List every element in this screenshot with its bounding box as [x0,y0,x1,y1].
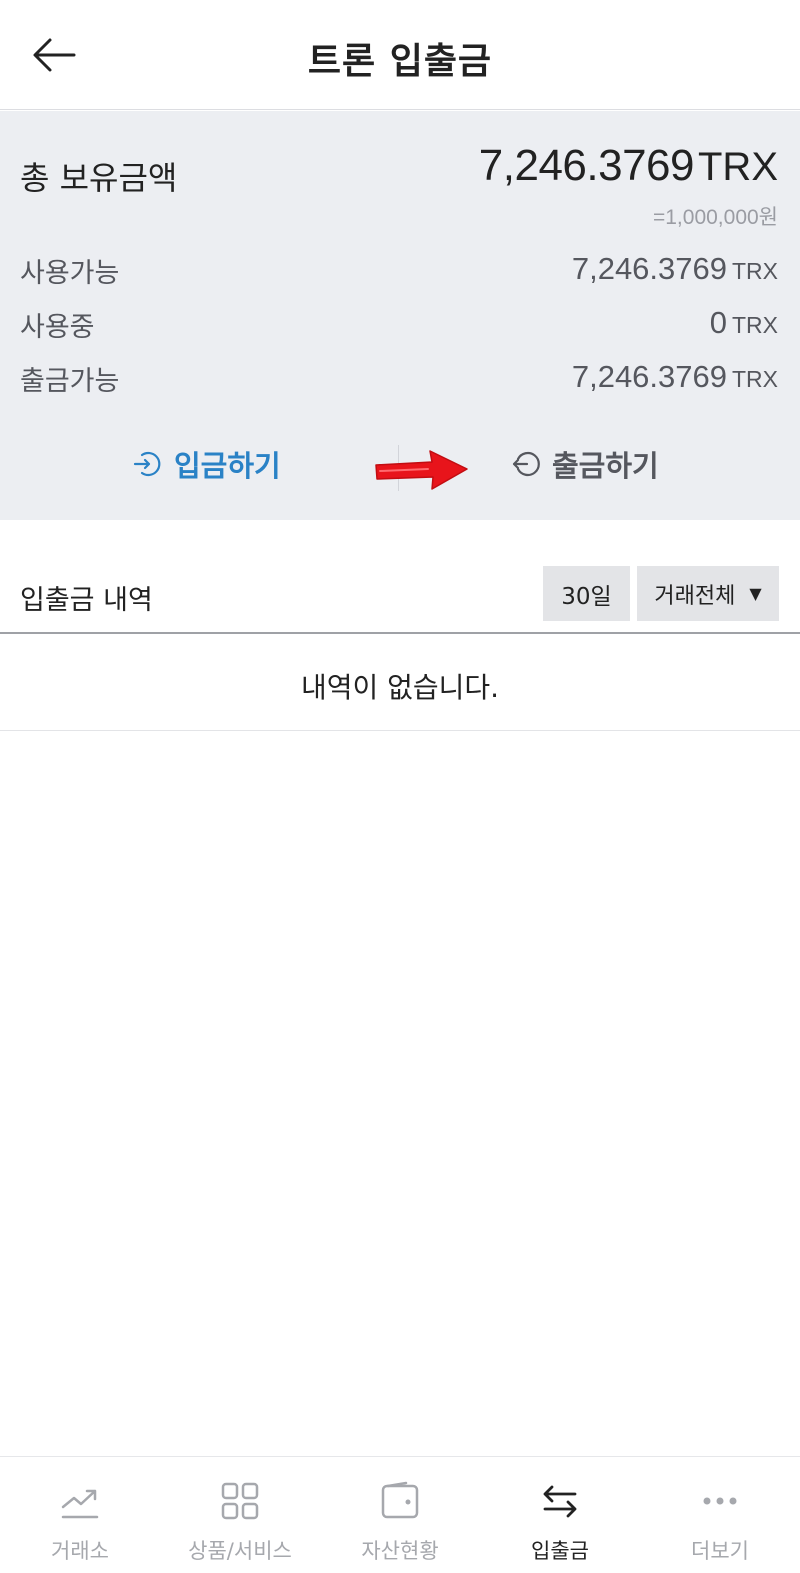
in-use-amount: 0 [709,305,727,340]
bottom-nav: 거래소 상품/서비스 자산현황 입출금 더보기 [0,1456,800,1573]
type-filter-label: 거래전체 [654,583,736,609]
withdraw-icon [510,447,544,481]
total-holdings-label: 총 보유금액 [20,159,178,197]
available-label: 사용가능 [20,258,120,289]
empty-history-message: 내역이 없습니다. [300,671,500,704]
withdraw-label: 출금하기 [552,449,659,483]
history-title: 입출금 내역 [20,585,153,616]
page-title: 트론 입출금 [307,41,493,82]
withdrawable-unit: TRX [732,366,778,392]
deposit-icon [132,447,166,481]
balance-summary: 총 보유금액 7,246.3769 TRX =1,000,000원 사용가능 7,… [0,111,800,520]
caret-down-icon: ▼ [749,584,762,603]
grid-icon [218,1479,262,1523]
nav-item-more[interactable]: 더보기 [640,1457,800,1573]
available-unit: TRX [732,258,778,284]
deposit-label: 입금하기 [174,449,281,483]
nav-label-more: 더보기 [691,1539,749,1563]
withdrawable-amount: 7,246.3769 [571,359,727,394]
nav-label-assets: 자산현황 [361,1539,439,1563]
in-use-unit: TRX [732,312,778,338]
nav-item-transfer[interactable]: 입출금 [480,1457,640,1573]
withdraw-button[interactable]: 출금하기 [510,439,659,489]
nav-item-assets[interactable]: 자산현황 [320,1457,480,1573]
krw-equivalent: =1,000,000원 [652,206,778,229]
chart-trend-icon [58,1479,102,1523]
available-value: 7,246.3769 TRX [572,251,778,287]
nav-item-products[interactable]: 상품/서비스 [160,1457,320,1573]
in-use-value: 0 TRX [710,305,778,341]
nav-label-transfer: 입출금 [531,1539,589,1563]
page: 트론 입출금 총 보유금액 7,246.3769 TRX =1,000,000원 … [0,0,800,1573]
header: 트론 입출금 [0,0,800,110]
deposit-button[interactable]: 입금하기 [132,439,281,489]
period-filter-button[interactable]: 30일 [543,566,630,621]
withdrawable-value: 7,246.3769 TRX [572,359,778,395]
nav-label-products: 상품/서비스 [188,1539,292,1563]
transfer-arrows-icon [538,1479,582,1523]
withdrawable-label: 출금가능 [20,366,120,397]
total-amount-value: 7,246.3769 [478,141,695,190]
nav-item-exchange[interactable]: 거래소 [0,1457,160,1573]
history-divider [0,632,800,634]
history-bottom-divider [0,730,800,731]
total-holdings-amount: 7,246.3769 TRX [479,141,778,191]
type-filter-dropdown[interactable]: 거래전체 ▼ [637,566,779,621]
wallet-icon [378,1479,422,1523]
in-use-label: 사용중 [20,312,95,343]
total-amount-unit: TRX [698,145,778,189]
red-annotation-arrow-icon [375,450,468,490]
available-amount: 7,246.3769 [571,251,727,286]
nav-label-exchange: 거래소 [51,1539,109,1563]
more-dots-icon [698,1479,742,1523]
